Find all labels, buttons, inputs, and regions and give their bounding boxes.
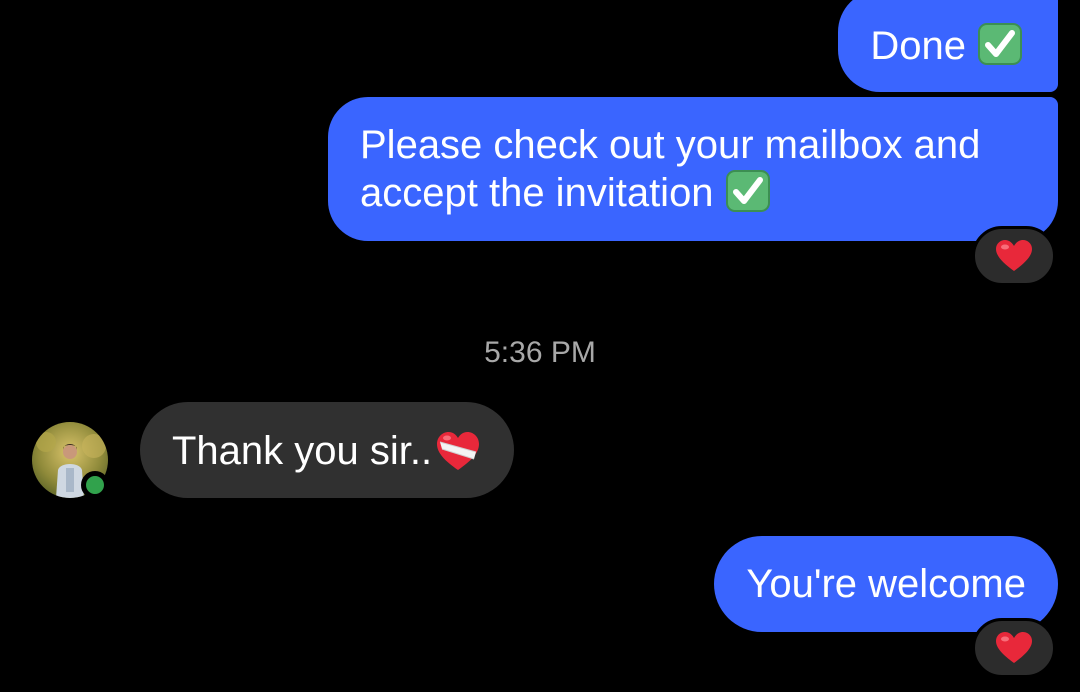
message-text: You're welcome <box>746 562 1026 606</box>
check-mark-button-icon <box>978 23 1022 65</box>
reaction-badge[interactable] <box>972 618 1056 678</box>
message-bubble-invitation[interactable]: Please check out your mailbox and accept… <box>328 97 1058 241</box>
check-mark-button-icon <box>725 170 770 212</box>
message-bubble-done[interactable]: Done <box>838 0 1058 92</box>
message-text: Please check out your mailbox and accept… <box>360 123 981 215</box>
message-bubble-thank-you[interactable]: Thank you sir.. <box>140 402 515 498</box>
message-text: Thank you sir.. <box>172 429 433 473</box>
red-heart-icon <box>996 240 1032 271</box>
timestamp: 5:36 PM <box>484 336 596 369</box>
red-heart-icon <box>996 632 1032 663</box>
avatar[interactable] <box>32 422 109 499</box>
online-status-indicator <box>81 471 109 499</box>
reaction-badge[interactable] <box>972 226 1056 286</box>
message-text: Done <box>870 24 966 68</box>
mending-heart-icon <box>437 432 480 470</box>
